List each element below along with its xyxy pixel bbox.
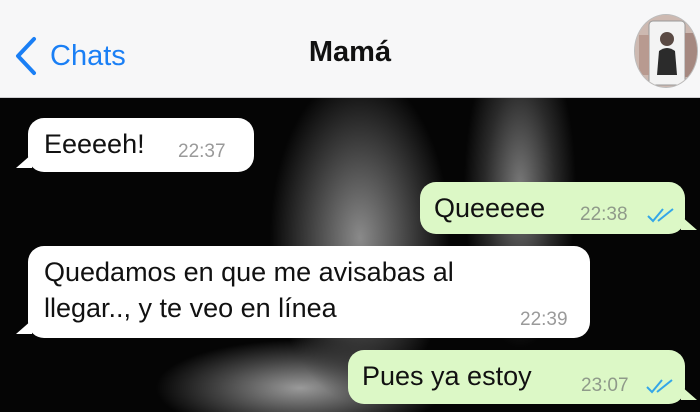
- message-time: 22:37: [178, 141, 226, 162]
- read-receipt-icon: [647, 208, 674, 223]
- avatar-photo: [635, 15, 697, 87]
- message-incoming[interactable]: Eeeeeh! 22:37: [16, 118, 254, 172]
- bubble-tail: [16, 154, 32, 168]
- read-receipt-icon: [646, 379, 673, 394]
- message-outgoing[interactable]: Queeeee 22:38: [420, 182, 697, 234]
- chat-header: Chats Mamá: [0, 0, 700, 98]
- message-time: 22:39: [520, 309, 568, 330]
- message-outgoing[interactable]: Pues ya estoy 23:07: [348, 350, 697, 404]
- bubble-tail: [16, 320, 32, 334]
- message-time: 22:38: [580, 204, 628, 225]
- message-time: 23:07: [581, 375, 629, 396]
- message-text-line: Quedamos en que me avisabas al: [44, 257, 454, 287]
- contact-avatar[interactable]: [634, 14, 698, 88]
- message-text: Queeeee: [434, 193, 546, 223]
- bubble-tail: [681, 216, 697, 230]
- contact-name[interactable]: Mamá: [0, 36, 700, 69]
- message-incoming[interactable]: Quedamos en que me avisabas al llegar..,…: [16, 246, 590, 338]
- chat-area[interactable]: Eeeeeh! 22:37 Queeeee 22:38 Quedamos en …: [0, 98, 700, 412]
- message-text: Pues ya estoy: [362, 361, 532, 391]
- message-text-line: llegar.., y te veo en línea: [44, 293, 337, 323]
- bubble-tail: [681, 386, 697, 400]
- message-text: Eeeeeh!: [44, 129, 145, 159]
